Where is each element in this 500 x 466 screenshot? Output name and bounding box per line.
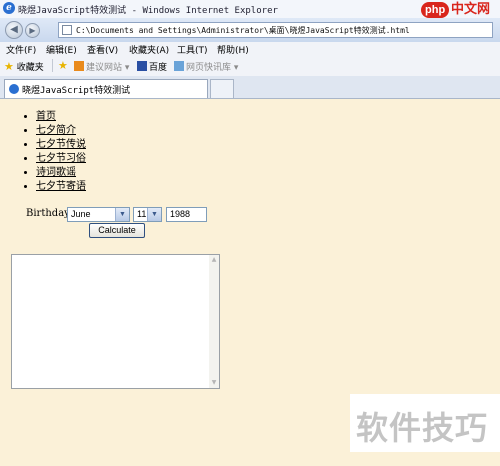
list-item: 七夕节寄语 [36, 180, 86, 194]
year-input[interactable]: 1988 [166, 207, 207, 222]
address-url[interactable]: C:\Documents and Settings\Administrator\… [76, 25, 410, 36]
address-field[interactable]: C:\Documents and Settings\Administrator\… [58, 22, 493, 38]
tab-bar: 晓煜JavaScript特效测试 [0, 76, 500, 99]
forward-button[interactable]: ▶ [25, 23, 40, 38]
window-title: 晓煜JavaScript特效测试 - Windows Internet Expl… [18, 6, 278, 16]
page-content: 首页 七夕简介 七夕节传说 七夕节习俗 诗词歌谣 七夕节寄语 Birthday:… [0, 99, 500, 466]
favorites-label: 收藏夹 [16, 63, 44, 73]
list-item: 七夕节传说 [36, 138, 86, 152]
menu-favorites[interactable]: 收藏夹(A) [129, 43, 169, 56]
favorites-button[interactable]: ★ 收藏夹 [4, 60, 44, 73]
web-slice-icon [174, 61, 184, 71]
month-select[interactable]: June ▼ [67, 207, 130, 222]
nav-link-customs[interactable]: 七夕节习俗 [36, 153, 86, 164]
calculate-button[interactable]: Calculate [89, 223, 145, 238]
suggested-sites[interactable]: 建议网站 ▾ [74, 60, 129, 73]
nav-link-wishes[interactable]: 七夕节寄语 [36, 181, 86, 192]
suggested-sites-icon [74, 61, 84, 71]
suggested-sites-label: 建议网站 ▾ [86, 63, 130, 73]
list-item: 首页 [36, 110, 86, 124]
nav-list: 首页 七夕简介 七夕节传说 七夕节习俗 诗词歌谣 七夕节寄语 [8, 110, 86, 194]
tab-active[interactable]: 晓煜JavaScript特效测试 [4, 79, 208, 98]
baidu-label: 百度 [149, 63, 168, 73]
day-value: 11 [137, 209, 147, 219]
tab-title: 晓煜JavaScript特效测试 [22, 86, 131, 96]
list-item: 七夕节习俗 [36, 152, 86, 166]
month-value: June [71, 209, 91, 219]
tab-page-icon [9, 84, 19, 94]
watermark-text: 软件技巧 [356, 409, 489, 447]
web-slice-gallery[interactable]: 网页快讯库 ▾ [174, 60, 238, 73]
nav-link-home[interactable]: 首页 [36, 111, 56, 122]
php-logo-badge: php [421, 2, 450, 18]
add-favorite-button[interactable]: ★ [58, 60, 68, 72]
scroll-down-icon[interactable]: ▼ [210, 379, 218, 387]
baidu-icon [137, 61, 147, 71]
php-logo: php 中文网 [421, 2, 496, 18]
menu-help[interactable]: 帮助(H) [217, 43, 249, 56]
web-slice-label: 网页快讯库 ▾ [186, 63, 239, 73]
menu-view[interactable]: 查看(V) [87, 43, 118, 56]
year-value: 1988 [170, 209, 191, 219]
chevron-down-icon: ▼ [147, 208, 161, 221]
menu-bar: 文件(F) 编辑(E) 查看(V) 收藏夹(A) 工具(T) 帮助(H) [0, 42, 500, 57]
watermark: 软件技巧 [350, 394, 500, 452]
list-item: 七夕简介 [36, 124, 86, 138]
menu-file[interactable]: 文件(F) [6, 43, 36, 56]
star-icon: ★ [4, 60, 14, 73]
add-favorite-icon: ★ [58, 59, 68, 72]
ie-icon: e [3, 2, 15, 14]
back-button[interactable]: ◀ [5, 21, 23, 39]
php-logo-text: 中文网 [451, 2, 491, 17]
scroll-up-icon[interactable]: ▲ [210, 256, 218, 264]
title-bar: e 晓煜JavaScript特效测试 - Windows Internet Ex… [0, 0, 500, 19]
result-textarea[interactable]: ▲ ▼ [11, 254, 220, 389]
chevron-down-icon: ▼ [115, 208, 129, 221]
nav-link-intro[interactable]: 七夕简介 [36, 125, 76, 136]
nav-link-legend[interactable]: 七夕节传说 [36, 139, 86, 150]
menu-edit[interactable]: 编辑(E) [46, 43, 77, 56]
new-tab-button[interactable] [210, 79, 234, 98]
nav-link-poems[interactable]: 诗词歌谣 [36, 167, 76, 178]
list-item: 诗词歌谣 [36, 166, 86, 180]
favorites-bar: ★ 收藏夹 ★ 建议网站 ▾ 百度 网页快讯库 ▾ [0, 56, 500, 77]
day-select[interactable]: 11 ▼ [133, 207, 162, 222]
page-icon [62, 25, 72, 35]
baidu-link[interactable]: 百度 [137, 60, 167, 73]
textarea-scrollbar[interactable]: ▲ ▼ [209, 255, 219, 388]
address-toolbar: ◀ ▶ C:\Documents and Settings\Administra… [0, 18, 500, 42]
menu-tools[interactable]: 工具(T) [177, 43, 208, 56]
divider [52, 59, 53, 72]
